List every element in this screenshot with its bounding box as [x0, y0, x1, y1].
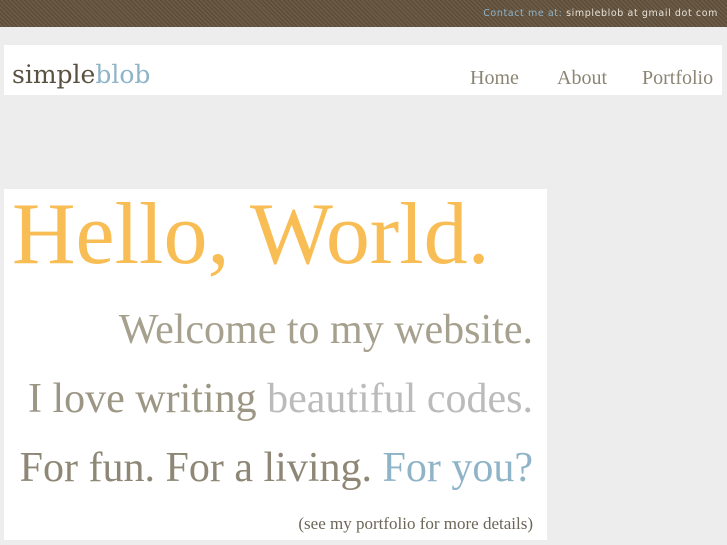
nav-about-link[interactable]: About: [557, 66, 607, 90]
contact-email: simpleblob at gmail dot com: [566, 8, 718, 19]
beautiful-codes-text: beautiful codes.: [267, 376, 533, 422]
hero-panel: Hello, World. Welcome to my website. I l…: [4, 189, 547, 540]
portfolio-note: (see my portfolio for more details): [298, 514, 533, 533]
contact-info: Contact me at: simpleblob at gmail dot c…: [483, 8, 718, 19]
nav-home-link[interactable]: Home: [470, 66, 519, 90]
site-header: simpleblob Home About Portfolio: [4, 45, 722, 95]
love-writing-line: I love writing beautiful codes.: [28, 375, 533, 423]
for-fun-text: For fun. For a living.: [19, 445, 372, 491]
love-writing-text: I love writing: [27, 376, 257, 422]
logo-text-blob: blob: [95, 60, 151, 89]
logo-text-simple: simple: [12, 60, 96, 89]
top-bar: Contact me at: simpleblob at gmail dot c…: [0, 0, 727, 27]
welcome-line: Welcome to my website.: [118, 307, 533, 353]
site-logo[interactable]: simpleblob: [12, 60, 150, 90]
contact-label: Contact me at:: [483, 8, 563, 19]
for-you-text: For you?: [382, 445, 534, 491]
hero-headline: Hello, World.: [12, 186, 490, 283]
for-fun-line: For fun. For a living. For you?: [20, 444, 533, 492]
nav-portfolio-link[interactable]: Portfolio: [642, 66, 713, 90]
